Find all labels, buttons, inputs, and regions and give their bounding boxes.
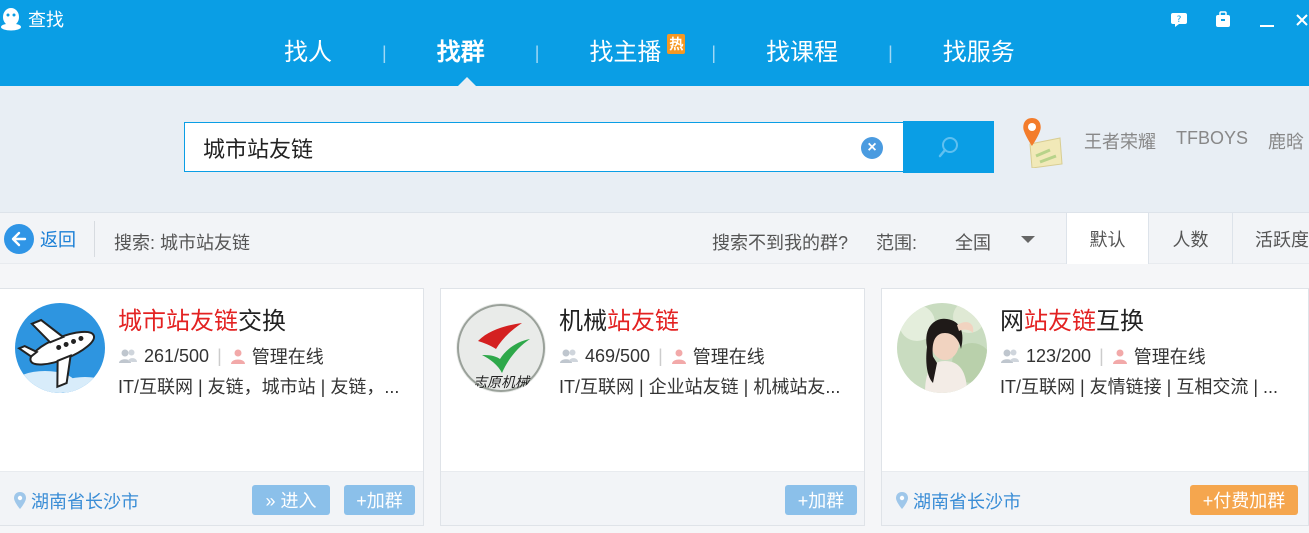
member-count: 261/500 (144, 345, 210, 366)
arrow-left-icon (4, 224, 34, 254)
members-icon (560, 349, 578, 363)
sort-tab-default[interactable]: 默认 (1066, 213, 1148, 264)
search-input[interactable] (203, 135, 843, 161)
back-label: 返回 (40, 230, 76, 250)
group-tags: IT/互联网 | 企业站友链 | 机械站友... (559, 377, 841, 397)
location-pin-icon (14, 492, 26, 509)
group-card[interactable]: 城市站友链交换 261/500 | 管理在线 IT/互联网 | 友链，城市站 |… (0, 288, 424, 526)
svg-text:?: ? (1177, 15, 1182, 25)
enter-group-button[interactable]: » 进入 (252, 485, 330, 515)
chevron-down-icon[interactable] (1021, 236, 1035, 243)
join-group-button[interactable]: +加群 (344, 485, 415, 515)
hot-word-link[interactable]: 王者荣耀 (1084, 128, 1156, 154)
group-avatar (897, 303, 987, 393)
highlight-text: 站友链 (607, 308, 679, 335)
hot-word-link[interactable]: 鹿晗 (1268, 128, 1304, 154)
close-circle-icon[interactable]: × (861, 137, 883, 159)
nav-separator: | (711, 42, 717, 63)
admin-status: 管理在线 (1133, 347, 1206, 367)
group-meta: 261/500 | 管理在线 (118, 343, 324, 369)
group-name[interactable]: 机械站友链 (559, 301, 679, 336)
search-box: × (184, 122, 904, 172)
range-select[interactable]: 全国 (955, 229, 991, 255)
sort-tab-activity[interactable]: 活跃度 (1232, 213, 1309, 264)
minimize-icon[interactable] (1253, 8, 1281, 32)
join-group-button[interactable]: +加群 (785, 485, 857, 515)
hot-badge: 热 (667, 34, 686, 54)
window-controls: ? (1149, 8, 1309, 32)
tab-find-groups[interactable]: 找群 (421, 30, 501, 76)
members-icon (1001, 349, 1019, 363)
admin-status: 管理在线 (692, 347, 765, 367)
map-location-icon[interactable] (1020, 116, 1064, 168)
cant-find-link[interactable]: 搜索不到我的群? (712, 229, 848, 255)
group-name[interactable]: 城市站友链交换 (118, 301, 286, 336)
qq-penguin-icon (1, 8, 21, 31)
filter-bar: 返回 搜索: 城市站友链 搜索不到我的群? 范围: 全国 默认 人数 活跃度 (0, 212, 1309, 264)
nav-separator: | (888, 42, 893, 63)
members-icon (119, 349, 137, 363)
member-count: 469/500 (585, 345, 651, 366)
nav-separator: | (534, 42, 540, 63)
hot-word-link[interactable]: TFBOYS (1176, 128, 1248, 154)
sort-tabs: 默认 人数 活跃度 (1066, 213, 1309, 264)
group-card[interactable]: 志原机械 机械站友链 469/500 | 管理在线 IT/互联网 | 企业站友链… (440, 288, 865, 526)
paid-join-group-button[interactable]: +付费加群 (1190, 485, 1298, 515)
tab-find-services[interactable]: 找服务 (927, 30, 1031, 76)
group-avatar (15, 303, 105, 393)
svg-text:志原机械: 志原机械 (473, 375, 531, 391)
location-pin-icon (896, 492, 908, 509)
group-name[interactable]: 网站友链互换 (1000, 301, 1144, 336)
search-button[interactable] (903, 121, 994, 173)
close-icon[interactable] (1295, 8, 1309, 32)
admin-status: 管理在线 (251, 347, 324, 367)
highlight-text: 站友链 (1024, 308, 1096, 335)
tab-find-people[interactable]: 找人 (268, 30, 348, 76)
back-button[interactable]: 返回 (4, 224, 76, 254)
backpack-icon[interactable] (1209, 8, 1237, 32)
highlight-text: 城市站友链 (118, 308, 238, 335)
group-location: 湖南省长沙市 (896, 488, 1021, 514)
tab-find-streamers[interactable]: 找主播 热 (573, 30, 686, 76)
group-location: 湖南省长沙市 (14, 488, 139, 514)
nav-separator: | (382, 42, 387, 63)
window-title-text: 查找 (28, 10, 64, 30)
group-card[interactable]: 网站友链互换 123/200 | 管理在线 IT/互联网 | 友情链接 | 互相… (881, 288, 1309, 526)
feedback-icon[interactable]: ? (1165, 8, 1193, 32)
group-meta: 123/200 | 管理在线 (1000, 343, 1206, 369)
card-footer: +加群 (441, 471, 864, 525)
search-icon (938, 137, 958, 158)
results-grid: 城市站友链交换 261/500 | 管理在线 IT/互联网 | 友链，城市站 |… (0, 264, 1309, 533)
group-meta: 469/500 | 管理在线 (559, 343, 765, 369)
divider (94, 221, 95, 257)
hot-search-words: 王者荣耀 TFBOYS 鹿晗 (1084, 128, 1309, 154)
window-title: 查找 (0, 6, 64, 32)
admin-user-icon (230, 349, 245, 364)
tab-find-courses[interactable]: 找课程 (750, 30, 854, 76)
top-bar: 查找 ? 找人 | 找群 | 找主播 热 | 找课程 | 找服务 (0, 0, 1309, 86)
active-tab-indicator (458, 77, 476, 86)
main-nav: 找人 | 找群 | 找主播 热 | 找课程 | 找服务 (268, 30, 1031, 76)
card-footer: 湖南省长沙市 » 进入 +加群 (0, 471, 423, 525)
group-tags: IT/互联网 | 友链，城市站 | 友链，... (118, 377, 400, 397)
group-tags: IT/互联网 | 友情链接 | 互相交流 | ... (1000, 377, 1279, 397)
admin-user-icon (1112, 349, 1127, 364)
member-count: 123/200 (1026, 345, 1092, 366)
sort-tab-members[interactable]: 人数 (1148, 213, 1232, 264)
search-breadcrumb: 搜索: 城市站友链 (114, 233, 251, 253)
range-label: 范围: (876, 233, 918, 253)
group-avatar: 志原机械 (456, 303, 546, 393)
card-footer: 湖南省长沙市 +付费加群 (882, 471, 1308, 525)
search-area: × 王者荣耀 TFBOYS 鹿晗 (0, 86, 1309, 212)
admin-user-icon (671, 349, 686, 364)
